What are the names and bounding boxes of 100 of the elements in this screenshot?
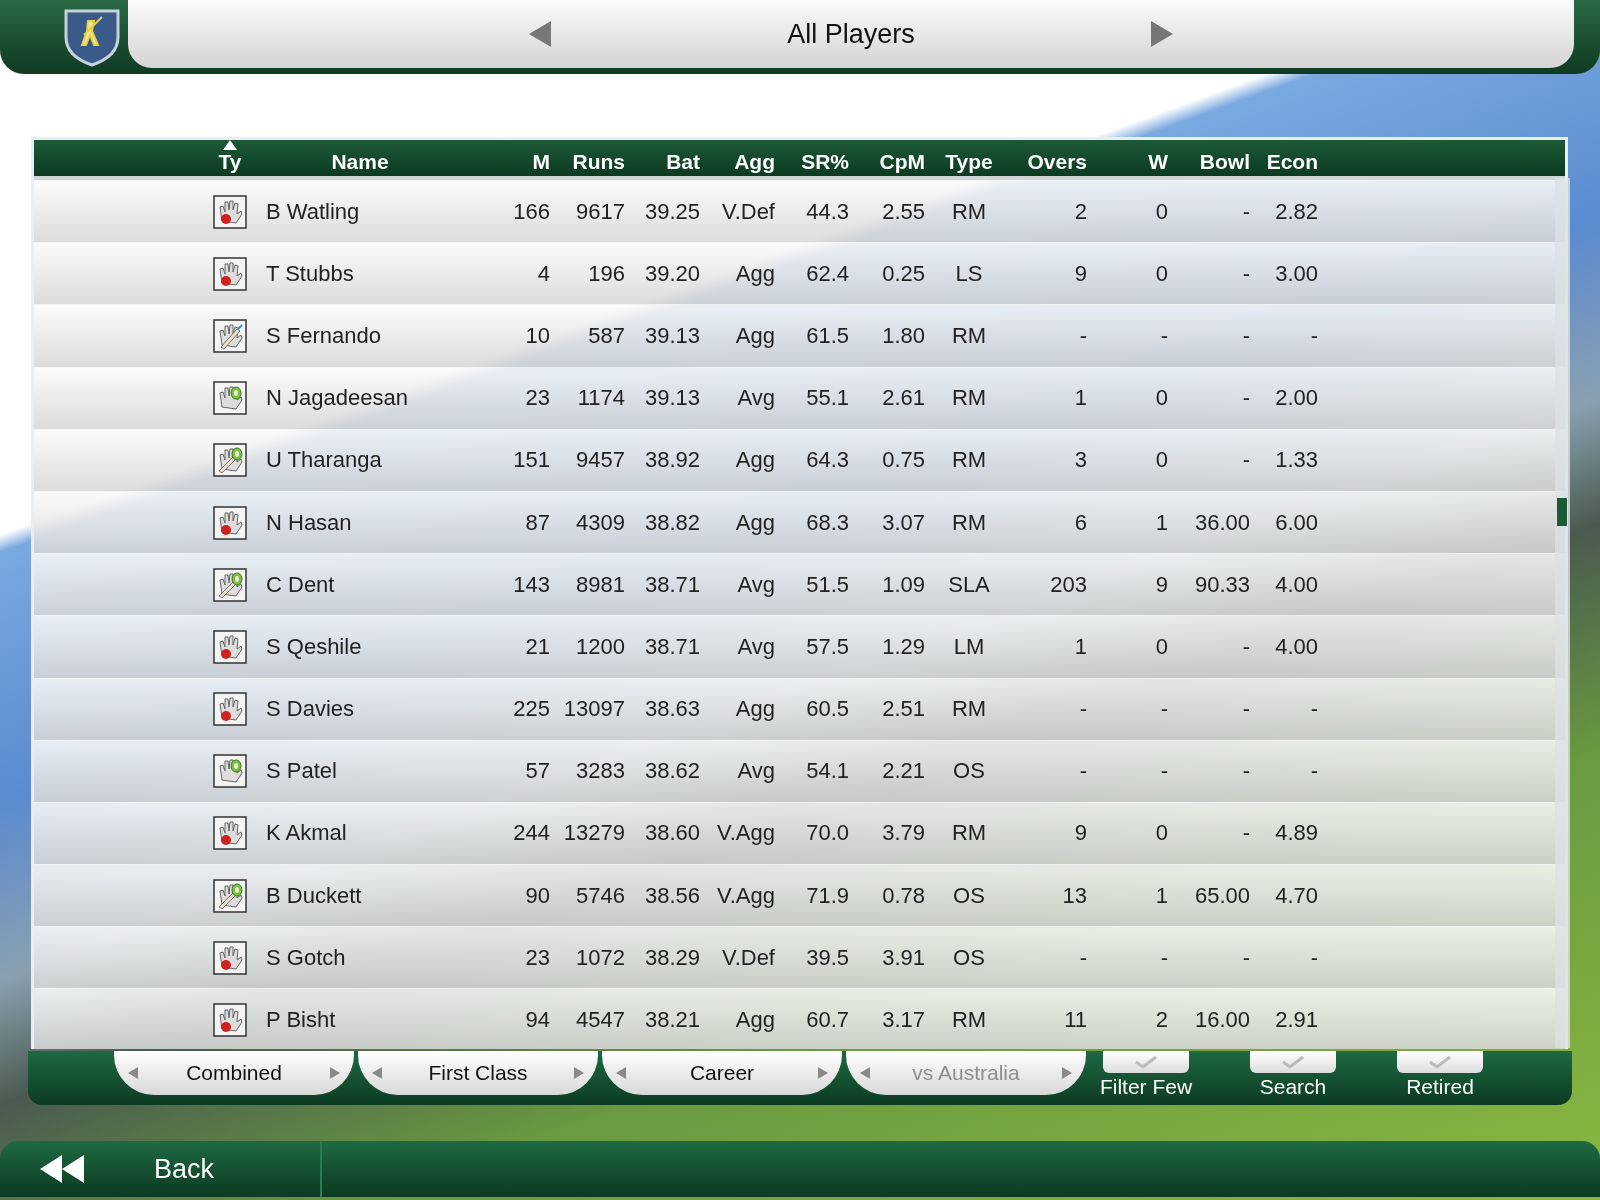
filter-toggle[interactable]: Filter Few — [1102, 1051, 1190, 1099]
table-cell-text: 0 — [1154, 447, 1168, 474]
table-cell-text: 68.3 — [805, 509, 849, 536]
table-cell-text: - — [1309, 758, 1318, 785]
glove-bat-icon — [213, 318, 247, 353]
table-cell-text: 1174 — [576, 385, 625, 412]
player-row[interactable]: P Bisht 94 4547 38.21 Agg 60.7 3.17 RM 11 2 16.00 2.91 — [34, 988, 1565, 1049]
table-cell-text: 44.3 — [805, 198, 849, 225]
column-header[interactable]: CpM — [849, 140, 925, 176]
filter-toggle[interactable]: Retired — [1396, 1051, 1484, 1099]
table-cell-text: 203 — [1049, 571, 1087, 598]
left-arrow-icon — [860, 1067, 870, 1079]
table-cell-text: LM — [952, 633, 986, 660]
column-header[interactable]: Ty — [200, 140, 260, 176]
table-cell-text: OS — [952, 944, 986, 971]
filter-tab[interactable]: Combined — [114, 1051, 354, 1095]
scrollbar[interactable] — [1555, 178, 1570, 1048]
glove-ring-icon — [213, 754, 247, 789]
table-cell-text: - — [1241, 633, 1250, 660]
table-cell-text: 244 — [512, 820, 550, 847]
table-cell-text: 0.25 — [881, 260, 925, 287]
table-cell-text: 87 — [524, 509, 550, 536]
column-header[interactable]: Overs — [1013, 140, 1087, 176]
player-name: N Jagadeesan — [265, 385, 409, 412]
table-cell-text: 4.89 — [1274, 820, 1318, 847]
table-cell-text: RM — [950, 1007, 988, 1034]
table-cell-text: 38.62 — [643, 758, 700, 785]
table-cell-text: Agg — [734, 447, 775, 474]
table-cell-text: 1.29 — [881, 633, 925, 660]
left-arrow-icon — [128, 1067, 138, 1079]
table-cell-text: 4309 — [575, 509, 625, 536]
double-arrow-left-icon — [40, 1155, 84, 1183]
table-cell-text: 38.92 — [643, 447, 700, 474]
table-cell-text: 0 — [1154, 198, 1168, 225]
back-button[interactable]: Back — [0, 1141, 322, 1197]
table-cell-text: 64.3 — [805, 447, 849, 474]
table-cell-text: RM — [950, 322, 988, 349]
table-cell-text: 10 — [524, 322, 550, 349]
table-cell-text: V.Def — [721, 198, 775, 225]
table-cell-text: 1 — [1154, 509, 1168, 536]
table-cell-text: 0.78 — [881, 882, 925, 909]
table-cell-text: - — [1241, 385, 1250, 412]
shield-logo-icon — [62, 7, 122, 67]
table-cell-text: 9457 — [575, 447, 625, 474]
player-name: U Tharanga — [265, 447, 383, 474]
column-header[interactable]: Bowl — [1168, 140, 1250, 176]
filter-toggle[interactable]: Search — [1249, 1051, 1337, 1099]
table-cell-text: 2.61 — [881, 385, 925, 412]
table-cell-text: 55.1 — [805, 385, 849, 412]
table-cell-text: 23 — [524, 944, 550, 971]
table-cell-text: RM — [950, 385, 988, 412]
column-header[interactable]: Agg — [700, 140, 775, 176]
column-header[interactable]: W — [1087, 140, 1168, 176]
table-cell-text: 38.29 — [643, 944, 700, 971]
table-cell-text: - — [1241, 447, 1250, 474]
table-cell-text: 4 — [536, 260, 550, 287]
table-cell-text: Avg — [736, 758, 775, 785]
table-cell-text: 39.5 — [805, 944, 849, 971]
table-cell-text: Agg — [734, 509, 775, 536]
table-cell-text: - — [1241, 198, 1250, 225]
previous-button[interactable] — [529, 21, 551, 47]
table-cell-text: 39.13 — [643, 385, 700, 412]
table-cell-text: 4.00 — [1274, 571, 1318, 598]
filter-tab[interactable]: Career — [602, 1051, 842, 1095]
table-cell-text: RM — [950, 509, 988, 536]
column-header[interactable]: SR% — [775, 140, 849, 176]
table-cell-text: - — [1309, 322, 1318, 349]
table-cell-text: 38.21 — [643, 1007, 700, 1034]
column-header[interactable]: Bat — [625, 140, 700, 176]
table-cell-text: Agg — [734, 696, 775, 723]
player-name: C Dent — [265, 571, 336, 598]
player-name: S Qeshile — [265, 633, 363, 660]
table-cell-text: - — [1159, 758, 1168, 785]
table-cell-text: 39.25 — [643, 198, 700, 225]
table-cell-text: 6 — [1073, 509, 1087, 536]
table-cell-text: 38.71 — [643, 571, 700, 598]
filter-tab[interactable]: First Class — [358, 1051, 598, 1095]
table-cell-text: 38.71 — [643, 633, 700, 660]
table-cell-text: 5746 — [575, 882, 625, 909]
table-cell-text: 0.75 — [881, 447, 925, 474]
column-header[interactable]: Name — [260, 140, 460, 176]
table-cell-text: RM — [950, 198, 988, 225]
table-cell-text: 16.00 — [1193, 1007, 1250, 1034]
column-header[interactable]: M — [460, 140, 550, 176]
player-name: S Patel — [265, 758, 338, 785]
table-cell-text: - — [1309, 696, 1318, 723]
column-header[interactable]: Type — [925, 140, 1013, 176]
table-cell-text: - — [1309, 944, 1318, 971]
table-cell-text: 0 — [1154, 633, 1168, 660]
glove-bat-ring-icon — [213, 878, 247, 913]
table-cell-text: 2.21 — [881, 758, 925, 785]
table-cell-text: 8981 — [575, 571, 625, 598]
table-cell-text: 4.70 — [1274, 882, 1318, 909]
table-cell-text: V.Def — [721, 944, 775, 971]
table-cell-text: 1200 — [575, 633, 625, 660]
table-cell-text: 3.17 — [881, 1007, 925, 1034]
next-button[interactable] — [1151, 21, 1173, 47]
column-header[interactable]: Econ — [1250, 140, 1318, 176]
table-cell-text: V.Agg — [716, 882, 775, 909]
column-header[interactable]: Runs — [550, 140, 625, 176]
